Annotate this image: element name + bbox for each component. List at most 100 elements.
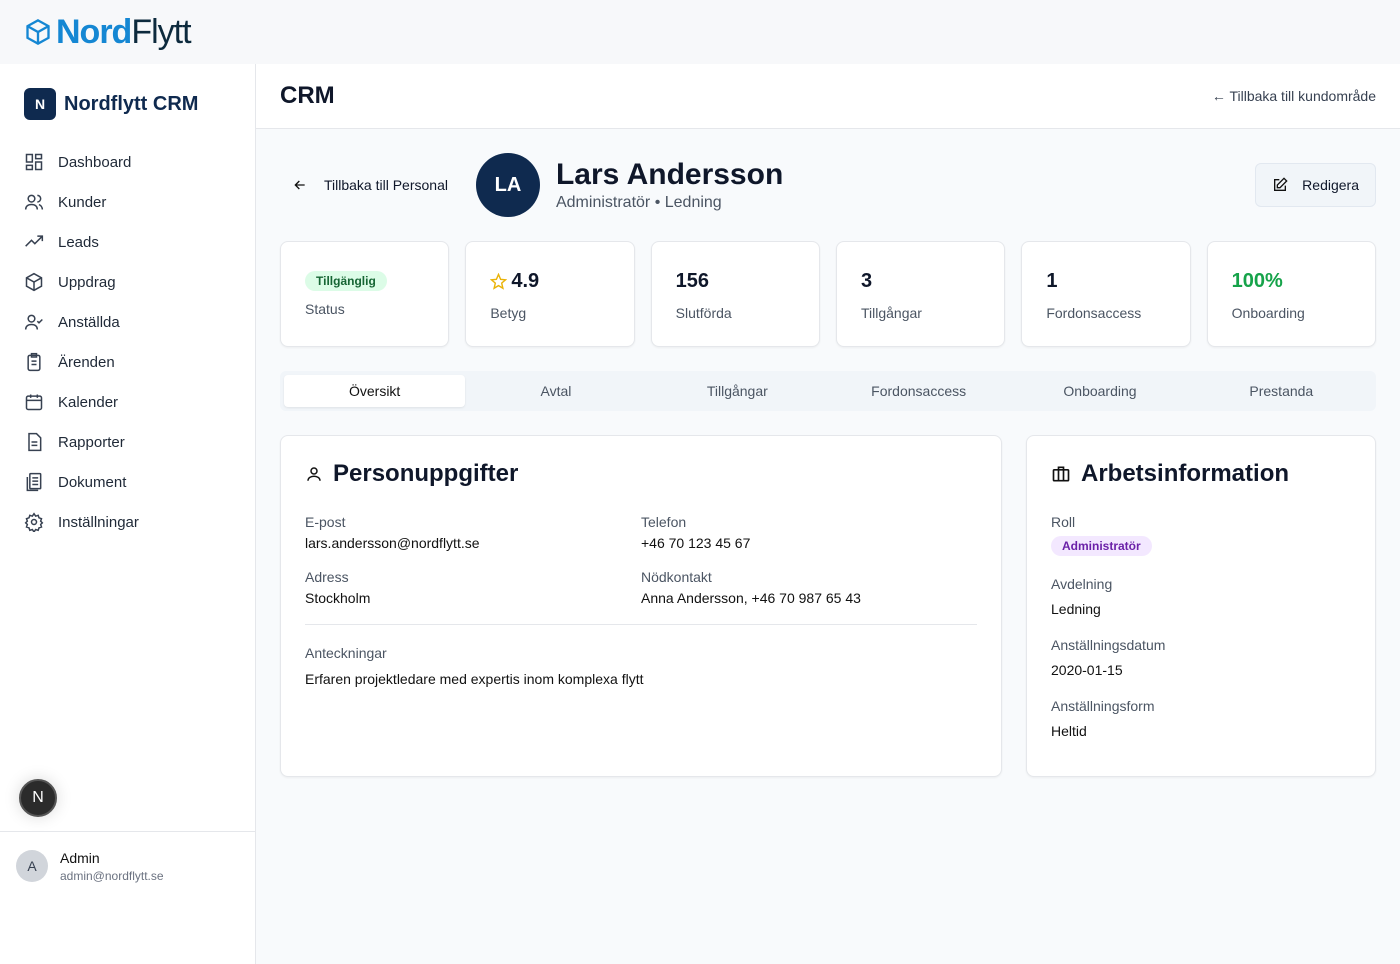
stat-value: 100% bbox=[1231, 269, 1283, 292]
tab-avtal[interactable]: Avtal bbox=[465, 375, 646, 407]
phone-label: Telefon bbox=[641, 514, 687, 530]
edit-label: Redigera bbox=[1302, 177, 1359, 193]
back-to-customer-area-link[interactable]: ← Tillbaka till kundområde bbox=[1212, 88, 1376, 104]
sidebar-item-dashboard[interactable]: Dashboard bbox=[0, 142, 255, 182]
avatar: A bbox=[16, 850, 48, 882]
phone-value: +46 70 123 45 67 bbox=[641, 535, 751, 551]
sidebar-brand[interactable]: N Nordflytt CRM bbox=[0, 64, 255, 120]
tab-tillgangar[interactable]: Tillgångar bbox=[647, 375, 828, 407]
stat-value: 4.9 bbox=[511, 269, 540, 292]
stat-label: Status bbox=[305, 301, 345, 317]
tab-prestanda[interactable]: Prestanda bbox=[1191, 375, 1372, 407]
sidebar-item-installningar[interactable]: Inställningar bbox=[0, 502, 255, 542]
address-label: Adress bbox=[305, 569, 349, 585]
email-label: E-post bbox=[305, 514, 346, 530]
stat-label: Tillgångar bbox=[860, 305, 922, 321]
hire-date-value: 2020-01-15 bbox=[1051, 662, 1123, 678]
sidebar-item-label: Kunder bbox=[58, 193, 107, 211]
briefcase-icon bbox=[1052, 466, 1070, 482]
sidebar-item-label: Dokument bbox=[58, 473, 127, 491]
email-value: lars.andersson@nordflytt.se bbox=[305, 535, 480, 551]
separator: • bbox=[654, 194, 661, 211]
stat-value: 156 bbox=[675, 269, 710, 292]
back-label: Tillbaka till Personal bbox=[324, 177, 448, 193]
work-info-card: Arbetsinformation Roll Administratör Avde… bbox=[1026, 435, 1376, 777]
stat-status: Tillgänglig Status bbox=[280, 241, 450, 347]
logo-nord: Nord bbox=[56, 12, 132, 51]
edit-button[interactable]: Redigera bbox=[1255, 163, 1376, 207]
package-icon bbox=[25, 272, 43, 292]
sidebar-item-kalender[interactable]: Kalender bbox=[0, 382, 255, 422]
detail-cards: Personuppgifter E-post lars.andersson@nor… bbox=[280, 435, 1376, 777]
sidebar-item-anstallda[interactable]: Anställda bbox=[0, 302, 255, 342]
divider bbox=[305, 624, 977, 625]
avatar: LA bbox=[475, 153, 540, 217]
notes-label: Anteckningar bbox=[305, 645, 387, 661]
page-title: CRM bbox=[280, 82, 335, 109]
dept-label: Avdelning bbox=[1051, 576, 1113, 592]
next-dev-badge[interactable]: N bbox=[19, 779, 57, 817]
sidebar-item-leads[interactable]: Leads bbox=[0, 222, 255, 262]
employee-role: Administratör bbox=[555, 194, 651, 211]
employment-form-value: Heltid bbox=[1051, 723, 1087, 739]
dashboard-icon bbox=[25, 153, 43, 171]
stat-label: Slutförda bbox=[675, 305, 732, 321]
sidebar-item-rapporter[interactable]: Rapporter bbox=[0, 422, 255, 462]
dept-value: Ledning bbox=[1051, 601, 1101, 617]
address-value: Stockholm bbox=[305, 590, 371, 606]
nordflytt-logo[interactable]: Nord Flytt bbox=[24, 12, 192, 52]
trending-up-icon bbox=[25, 235, 44, 247]
status-badge: Tillgänglig bbox=[305, 271, 387, 291]
sidebar-item-dokument[interactable]: Dokument bbox=[0, 462, 255, 502]
sidebar-item-label: Uppdrag bbox=[58, 273, 116, 291]
sidebar-item-label: Leads bbox=[58, 233, 99, 251]
star-icon bbox=[490, 272, 508, 290]
hire-date-label: Anställningsdatum bbox=[1051, 637, 1166, 653]
employee-name: Lars Andersson bbox=[555, 158, 784, 191]
box-icon bbox=[26, 18, 50, 46]
sidebar-item-uppdrag[interactable]: Uppdrag bbox=[0, 262, 255, 302]
sidebar-item-label: Anställda bbox=[58, 313, 120, 331]
stat-onboarding: 100% Onboarding bbox=[1206, 241, 1376, 347]
card-title: Arbetsinformation bbox=[1081, 460, 1290, 487]
clipboard-icon bbox=[27, 352, 41, 372]
sidebar-item-arenden[interactable]: Ärenden bbox=[0, 342, 255, 382]
stat-label: Onboarding bbox=[1231, 305, 1305, 321]
user-check-icon bbox=[24, 314, 43, 330]
brand-icon: N bbox=[24, 88, 56, 120]
sidebar-item-label: Rapporter bbox=[58, 433, 125, 451]
arrow-left-icon bbox=[294, 180, 305, 190]
stats-row: Tillgänglig Status 4.9 Betyg 156 Slutförda … bbox=[280, 241, 1376, 347]
sidebar-item-kunder[interactable]: Kunder bbox=[0, 182, 255, 222]
emergency-label: Nödkontakt bbox=[641, 569, 712, 585]
tab-onboarding[interactable]: Onboarding bbox=[1009, 375, 1190, 407]
back-to-personal-button[interactable]: Tillbaka till Personal bbox=[280, 177, 460, 193]
file-text-icon bbox=[28, 432, 42, 452]
profile-header: Tillbaka till Personal LA Lars Andersson… bbox=[280, 150, 1376, 220]
sidebar-item-label: Ärenden bbox=[58, 353, 115, 371]
stat-label: Betyg bbox=[490, 305, 527, 321]
employment-form-label: Anställningsform bbox=[1051, 698, 1155, 714]
stat-value: 1 bbox=[1046, 269, 1058, 292]
user-profile[interactable]: A Admin admin@nordflytt.se bbox=[0, 831, 256, 900]
brand-name: Nordflytt CRM bbox=[64, 92, 199, 115]
role-badge: Administratör bbox=[1051, 536, 1152, 556]
page-header: CRM ← Tillbaka till kundområde bbox=[256, 64, 1400, 129]
notes-value: Erfaren projektledare med expertis inom … bbox=[305, 671, 644, 687]
role-label: Roll bbox=[1051, 514, 1076, 530]
employee-dept: Ledning bbox=[664, 194, 722, 211]
user-name: Admin bbox=[60, 849, 100, 866]
tab-oversikt[interactable]: Översikt bbox=[284, 375, 466, 407]
stat-assets: 3 Tillgångar bbox=[835, 241, 1006, 347]
documents-icon bbox=[26, 472, 42, 492]
stat-completed: 156 Slutförda bbox=[650, 241, 820, 347]
user-icon bbox=[307, 467, 321, 481]
main-content: Tillbaka till Personal LA Lars Andersson… bbox=[280, 150, 1376, 777]
tab-fordonsaccess[interactable]: Fordonsaccess bbox=[828, 375, 1009, 407]
sidebar-item-label: Dashboard bbox=[58, 153, 132, 171]
card-title: Personuppgifter bbox=[333, 460, 519, 487]
top-banner: Nord Flytt bbox=[0, 0, 1400, 64]
stat-rating: 4.9 Betyg bbox=[465, 241, 635, 347]
sidebar-nav: Dashboard Kunder Leads Uppdrag Anställda… bbox=[0, 142, 255, 542]
personal-info-card: Personuppgifter E-post lars.andersson@nor… bbox=[280, 435, 1002, 777]
